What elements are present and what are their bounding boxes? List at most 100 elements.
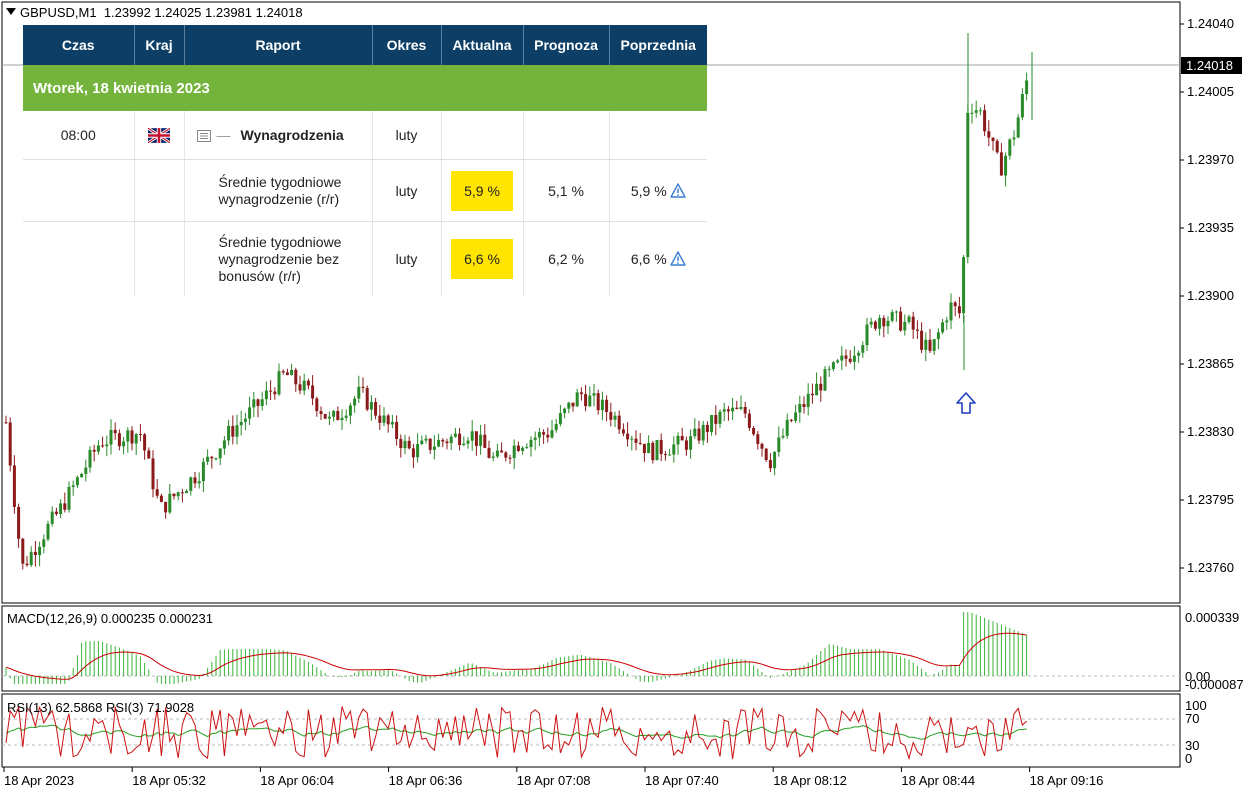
candle-body (180, 492, 184, 494)
details-list-icon[interactable] (196, 130, 211, 143)
event-country (134, 111, 185, 160)
candle-body (928, 339, 932, 351)
candle-body (546, 434, 550, 438)
candle-body (50, 511, 54, 524)
candle-body (483, 434, 487, 448)
macd-label: MACD(12,26,9) 0.000235 0.000231 (7, 611, 213, 626)
candle-body (411, 448, 415, 458)
candle-body (844, 355, 848, 359)
candle-body (731, 407, 735, 412)
price-axis-label: 1.23935 (1187, 220, 1234, 235)
candle-body (647, 442, 651, 454)
price-axis-label: 1.24040 (1187, 16, 1234, 31)
candle-body (689, 436, 693, 450)
event-period: luty (372, 111, 442, 160)
warning-icon[interactable] (669, 182, 686, 198)
candle-body (495, 450, 499, 457)
candle-body (424, 438, 428, 441)
candle-body (924, 339, 928, 350)
candle-body (319, 411, 323, 415)
candle-body (227, 425, 231, 441)
calendar-date: Wtorek, 18 kwietnia 2023 (23, 65, 707, 111)
subrow-forecast: 6,2 % (523, 221, 610, 296)
candle-body (890, 312, 894, 321)
candle-body (915, 329, 919, 331)
uk-flag-icon (148, 128, 170, 144)
candle-body (96, 445, 100, 452)
candle-body (155, 489, 159, 496)
candle-body (113, 429, 117, 434)
candle-body (46, 523, 50, 540)
calendar-event-row[interactable]: 08:00 — Wynagrodzenia luty (23, 111, 707, 160)
candle-body (999, 152, 1003, 176)
candle-body (605, 399, 609, 413)
candle-body (668, 454, 672, 456)
event-report[interactable]: — Wynagrodzenia (184, 111, 373, 160)
candle-body (735, 407, 739, 409)
candle-body (621, 429, 625, 434)
candle-body (71, 485, 75, 487)
candle-body (911, 316, 915, 330)
candle-body (630, 438, 634, 440)
time-axis-label: 18 Apr 07:40 (645, 773, 719, 788)
candle-body (416, 444, 420, 458)
candle-body (277, 371, 281, 395)
candle-body (970, 112, 974, 114)
candle-body (508, 457, 512, 459)
candle-body (676, 435, 680, 445)
candle-body (101, 445, 105, 447)
candle-body (781, 435, 785, 438)
header-report: Raport (184, 25, 373, 65)
price-axis-label: 1.24005 (1187, 84, 1234, 99)
candle-body (962, 257, 966, 314)
header-period: Okres (372, 25, 442, 65)
symbol-name: GBPUSD,M1 (20, 5, 97, 20)
candle-body (285, 372, 289, 376)
candle-body (294, 369, 298, 385)
candle-body (537, 432, 541, 438)
candle-body (172, 493, 176, 497)
candle-body (75, 477, 79, 486)
event-previous (609, 111, 707, 160)
candle-body (197, 481, 201, 484)
candle-body (311, 385, 315, 399)
price-axis-label: 1.23830 (1187, 424, 1234, 439)
candle-body (747, 413, 751, 428)
macd-axis-label: -0.000087 (1185, 677, 1244, 692)
time-axis: 18 Apr 2023 18 Apr 05:32 18 Apr 06:04 18 Ap… (3, 767, 1103, 788)
candle-body (21, 538, 25, 564)
candle-body (466, 440, 470, 444)
candle-body (164, 501, 168, 513)
candle-body (168, 493, 172, 513)
candle-body (306, 380, 310, 386)
candle-body (768, 460, 772, 469)
candle-body (840, 355, 844, 361)
candle-body (697, 428, 701, 441)
warning-icon[interactable] (669, 251, 686, 266)
candle-body (651, 442, 655, 461)
calendar-date-row: Wtorek, 18 kwietnia 2023 (23, 65, 707, 111)
candle-body (609, 412, 613, 420)
header-actual: Aktualna (441, 25, 524, 65)
candle-body (718, 411, 722, 424)
symbol-title[interactable]: GBPUSD,M1 1.23992 1.24025 1.23981 1.2401… (6, 5, 303, 21)
candle-body (239, 421, 243, 426)
candle-body (290, 369, 294, 376)
candle-body (17, 506, 21, 539)
candle-body (4, 422, 8, 424)
candle-body (138, 434, 142, 436)
candle-body (54, 511, 58, 515)
candle-body (348, 405, 352, 416)
candle-body (525, 447, 529, 449)
candle-body (579, 392, 583, 395)
candle-body (861, 345, 865, 353)
candle-body (626, 433, 630, 440)
dropdown-triangle-icon[interactable] (6, 8, 16, 15)
candle-body (932, 339, 936, 351)
candle-body (235, 425, 239, 437)
candle-body (38, 546, 42, 556)
candle-body (117, 433, 121, 447)
candle-body (403, 440, 407, 449)
candle-body (256, 399, 260, 406)
rsi-axis-label: 0 (1185, 751, 1192, 766)
